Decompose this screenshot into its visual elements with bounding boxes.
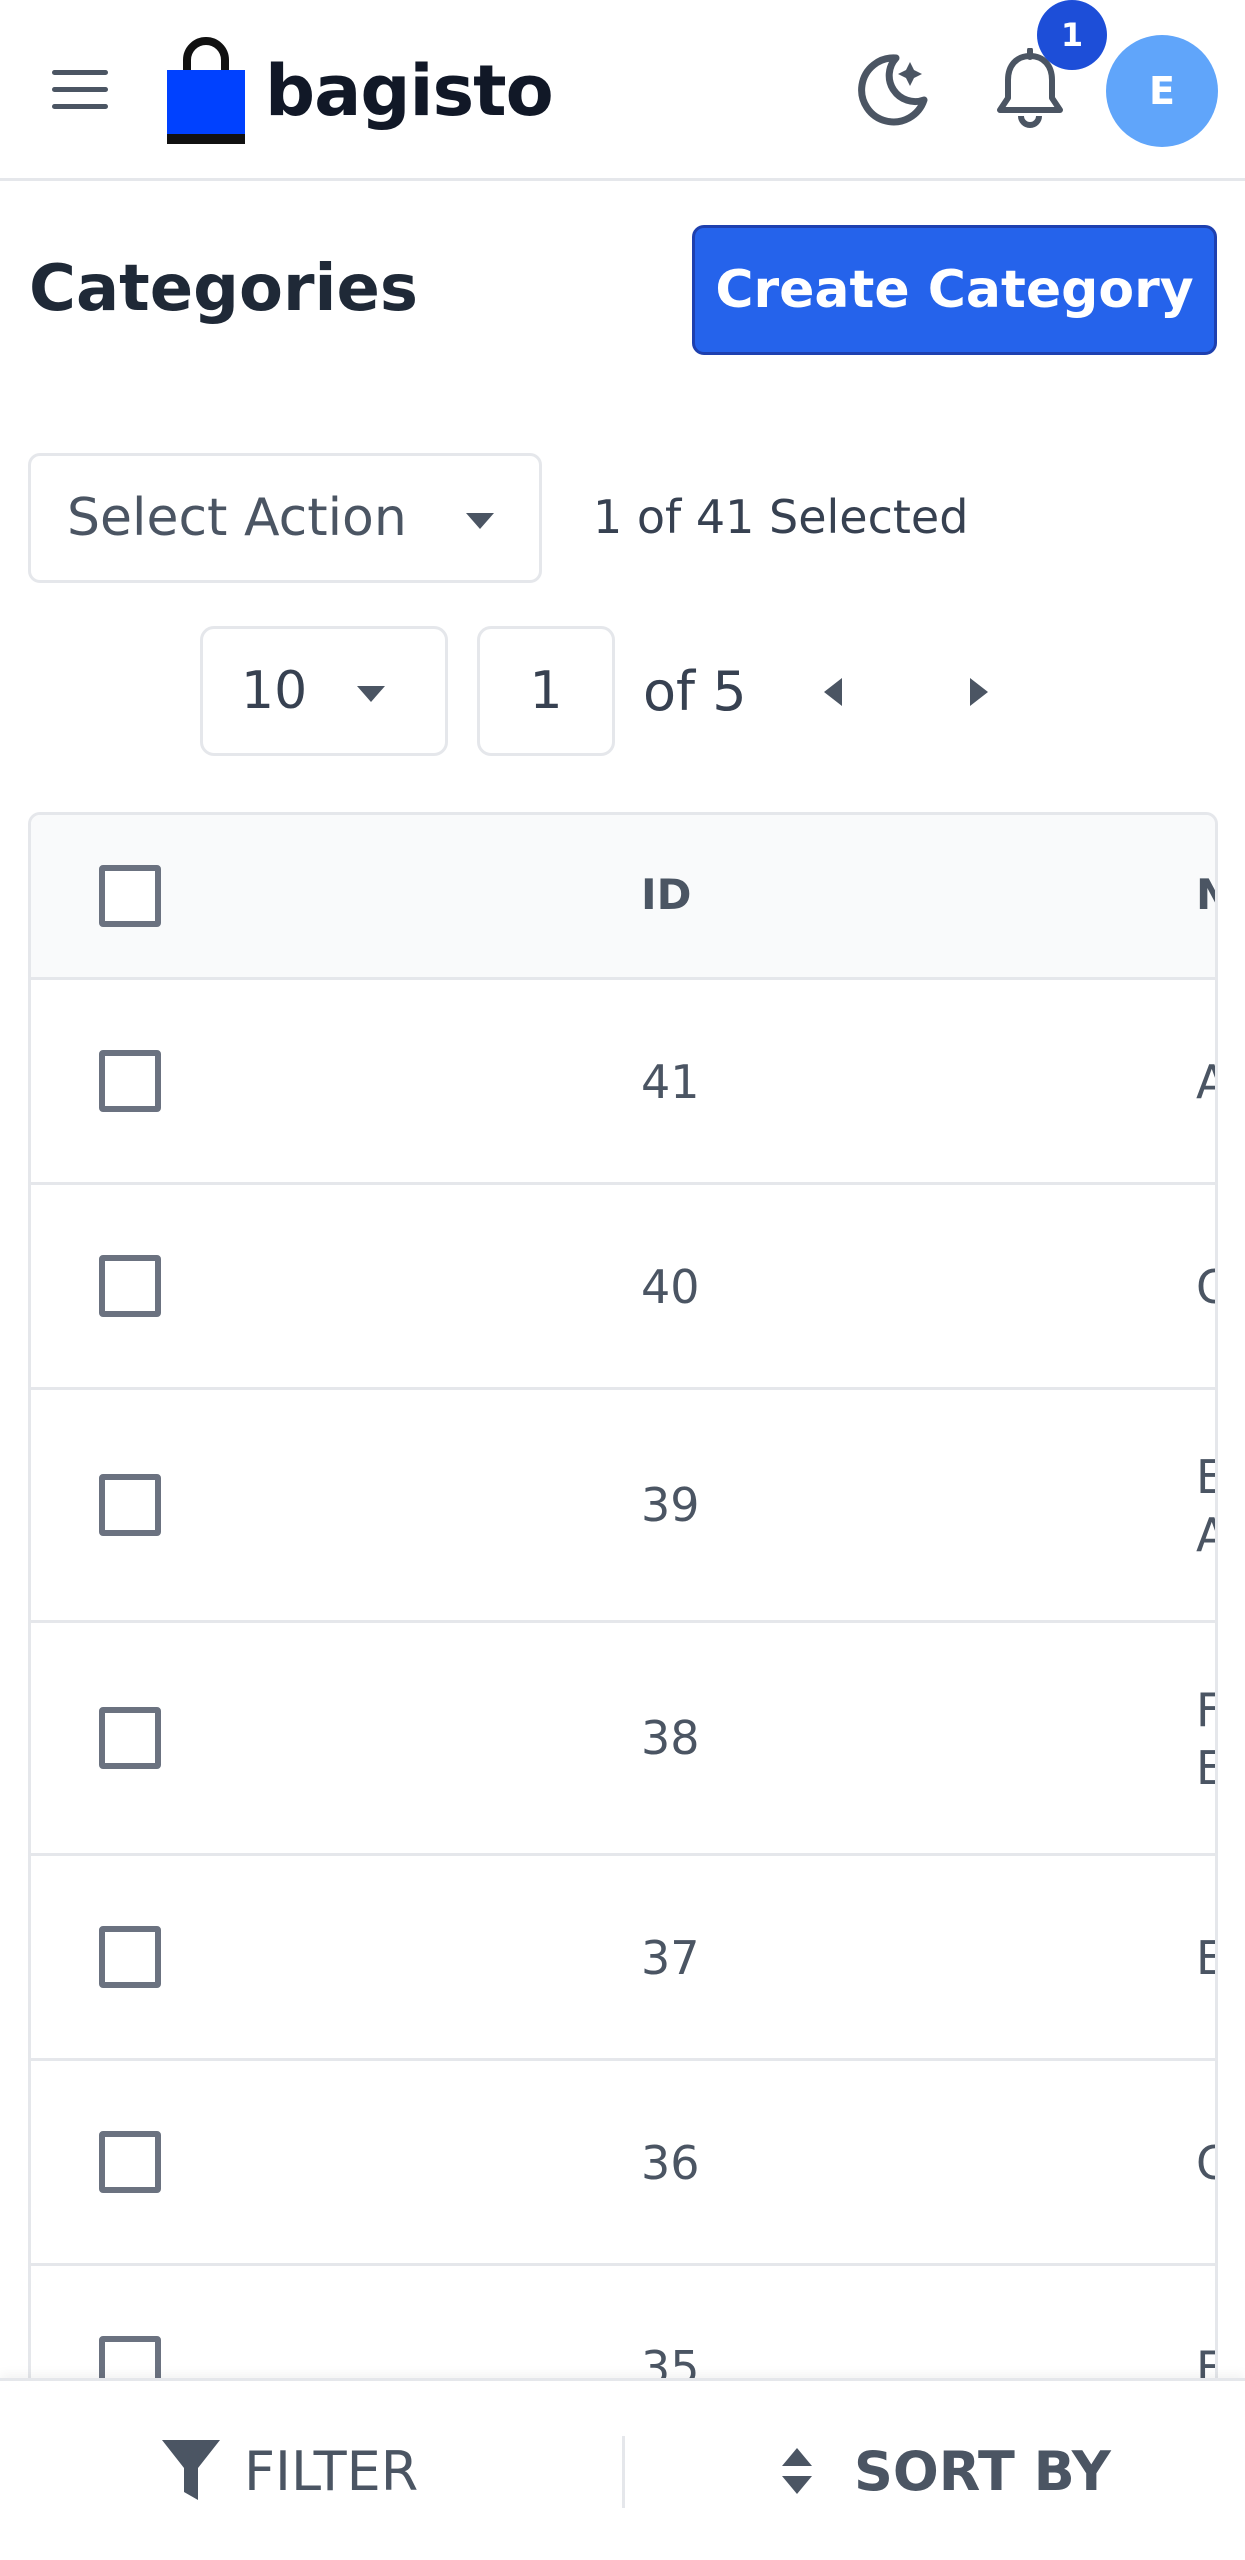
- cell-name-line: C: [1196, 1260, 1215, 1314]
- cell-name-line: A: [1196, 1055, 1215, 1109]
- categories-table: ID N 41 A 40 C 39 E A 38 F E 37 E 36 C: [28, 812, 1218, 2452]
- row-checkbox[interactable]: [99, 2131, 161, 2193]
- row-checkbox[interactable]: [99, 1050, 161, 1112]
- cell-name: C: [1196, 2134, 1215, 2192]
- cell-name-line: A: [1196, 1506, 1215, 1564]
- sort-by-label: SORT BY: [854, 2439, 1111, 2503]
- cell-id: 41: [641, 1055, 700, 1109]
- chevron-left-icon: [824, 678, 842, 706]
- brand-logo[interactable]: bagisto: [165, 36, 554, 146]
- cell-name-line: E: [1196, 1739, 1215, 1797]
- cell-name: C: [1196, 1258, 1215, 1316]
- cell-id: 39: [641, 1478, 700, 1532]
- table-header: ID N: [31, 815, 1215, 980]
- sort-by-button[interactable]: SORT BY: [780, 2421, 1111, 2521]
- caret-down-icon: [466, 513, 494, 529]
- row-checkbox[interactable]: [99, 1474, 161, 1536]
- table-row: 37 E: [31, 1856, 1215, 2061]
- chevron-right-icon: [970, 678, 988, 706]
- total-pages-text: of 5: [643, 660, 747, 723]
- per-page-value: 10: [241, 661, 308, 721]
- previous-page-button[interactable]: [800, 660, 870, 724]
- filter-button[interactable]: FILTER: [160, 2421, 418, 2521]
- shopping-bag-icon: [167, 37, 245, 144]
- sort-arrows-icon: [782, 2448, 812, 2494]
- table-row: 39 E A: [31, 1390, 1215, 1623]
- column-header-id[interactable]: ID: [641, 870, 692, 919]
- cell-name: F E: [1196, 1681, 1215, 1797]
- select-action-dropdown[interactable]: Select Action: [28, 453, 542, 583]
- cell-id: 38: [641, 1711, 700, 1765]
- cell-id: 40: [641, 1260, 700, 1314]
- user-avatar[interactable]: E: [1106, 35, 1218, 147]
- page-title: Categories: [29, 252, 418, 326]
- cell-name-line: E: [1196, 1931, 1215, 1985]
- cell-name: E: [1196, 1929, 1215, 1987]
- cell-name-line: C: [1196, 2136, 1215, 2190]
- notification-count-badge: 1: [1037, 0, 1107, 70]
- filter-label: FILTER: [244, 2439, 419, 2503]
- row-checkbox[interactable]: [99, 1926, 161, 1988]
- table-row: 41 A: [31, 980, 1215, 1185]
- table-row: 36 C: [31, 2061, 1215, 2266]
- per-page-dropdown[interactable]: 10: [200, 626, 448, 756]
- hamburger-icon[interactable]: [52, 70, 108, 114]
- top-header: bagisto 1 E: [0, 0, 1245, 181]
- select-all-checkbox[interactable]: [99, 865, 161, 927]
- cell-name: E A: [1196, 1448, 1215, 1564]
- select-action-label: Select Action: [67, 488, 407, 548]
- create-category-button[interactable]: Create Category: [692, 225, 1217, 355]
- cell-name-line: F: [1196, 1681, 1215, 1739]
- row-checkbox[interactable]: [99, 1255, 161, 1317]
- selected-count-text: 1 of 41 Selected: [593, 490, 969, 544]
- next-page-button[interactable]: [942, 660, 1012, 724]
- brand-name: bagisto: [265, 50, 554, 132]
- row-checkbox[interactable]: [99, 1707, 161, 1769]
- page-number-input[interactable]: [477, 626, 615, 756]
- column-header-name[interactable]: N: [1196, 870, 1215, 919]
- table-row: 38 F E: [31, 1623, 1215, 1856]
- cell-name: A: [1196, 1053, 1215, 1111]
- table-row: 40 C: [31, 1185, 1215, 1390]
- caret-down-icon: [357, 686, 385, 702]
- divider: [622, 2436, 625, 2508]
- moon-stars-icon[interactable]: [850, 48, 934, 132]
- cell-name-line: E: [1196, 1448, 1215, 1506]
- cell-id: 36: [641, 2136, 700, 2190]
- bottom-action-bar: FILTER SORT BY: [0, 2378, 1245, 2560]
- funnel-icon: [162, 2440, 220, 2500]
- cell-id: 37: [641, 1931, 700, 1985]
